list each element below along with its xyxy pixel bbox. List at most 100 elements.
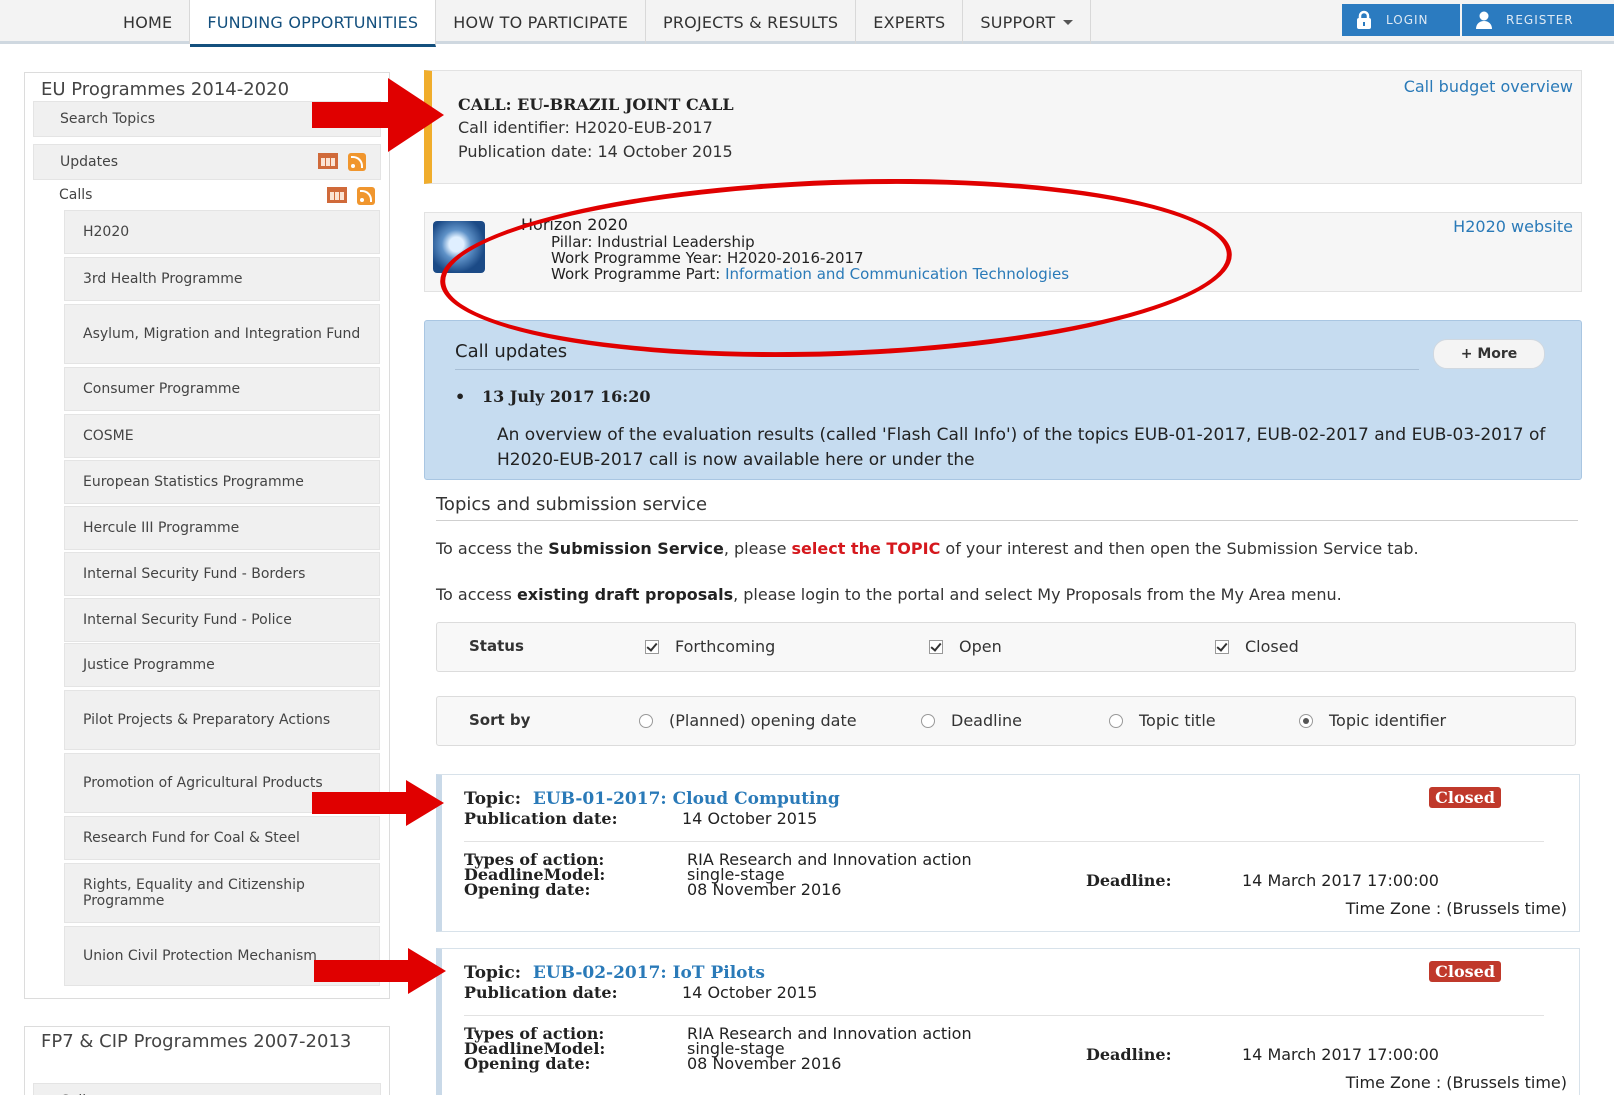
- sort-opening-date[interactable]: (Planned) opening date: [639, 711, 857, 730]
- call-header: CALL: EU-BRAZIL JOINT CALL Call identifi…: [424, 70, 1582, 184]
- sidebar-item-rights-equality[interactable]: Rights, Equality and Citizenship Program…: [64, 863, 380, 923]
- update-text: An overview of the evaluation results (c…: [497, 425, 1546, 470]
- call-publication-date: Publication date: 14 October 2015: [458, 142, 733, 161]
- updates-icons: [318, 153, 366, 171]
- rss-icon[interactable]: [357, 187, 375, 205]
- h2020-website-link[interactable]: H2020 website: [1453, 217, 1573, 236]
- nav-home[interactable]: HOME: [106, 0, 191, 44]
- sidebar-item-asylum-migration[interactable]: Asylum, Migration and Integration Fund: [64, 304, 380, 364]
- rss-icon[interactable]: [348, 153, 366, 171]
- login-button[interactable]: LOGIN: [1342, 4, 1460, 36]
- annotation-arrow-icon: [312, 780, 444, 826]
- time-zone: Time Zone : (Brussels time): [1345, 1073, 1567, 1092]
- publication-date-label: Publication date:: [464, 809, 618, 828]
- time-zone: Time Zone : (Brussels time): [1345, 899, 1567, 918]
- sort-topic-identifier[interactable]: Topic identifier: [1299, 711, 1446, 730]
- text: , please: [723, 539, 792, 558]
- user-icon: [1476, 11, 1492, 29]
- sidebar-item-3rd-health[interactable]: 3rd Health Programme: [64, 257, 380, 301]
- deadline-label: Deadline:: [1086, 871, 1172, 890]
- status-forthcoming[interactable]: Forthcoming: [645, 637, 775, 656]
- status-closed[interactable]: Closed: [1215, 637, 1299, 656]
- deadline-label: Deadline:: [1086, 1045, 1172, 1064]
- sort-label: Sort by: [469, 711, 531, 729]
- topic-label: Topic:: [464, 789, 522, 809]
- update-date: • 13 July 2017 16:20: [455, 387, 651, 406]
- sidebar-item-calls[interactable]: Calls: [59, 187, 92, 203]
- sidebar-item-pilot-projects[interactable]: Pilot Projects & Preparatory Actions: [64, 690, 380, 750]
- topic-heading: Topic: EUB-01-2017: Cloud Computing: [464, 789, 840, 809]
- topic-title-link[interactable]: EUB-01-2017: Cloud Computing: [533, 789, 840, 809]
- nav-projects-results[interactable]: PROJECTS & RESULTS: [646, 0, 857, 44]
- sidebar-item-cosme[interactable]: COSME: [64, 414, 380, 458]
- call-identifier: Call identifier: H2020-EUB-2017: [458, 118, 713, 137]
- text: To access the: [436, 539, 549, 558]
- calendar-icon[interactable]: [327, 187, 347, 203]
- instructions-drafts: To access existing draft proposals, plea…: [436, 584, 1586, 606]
- nav-funding-opportunities[interactable]: FUNDING OPPORTUNITIES: [190, 0, 437, 47]
- opening-date-label: Opening date:: [464, 880, 591, 899]
- text-highlight: select the TOPIC: [791, 539, 941, 558]
- nav-support[interactable]: SUPPORT: [963, 0, 1092, 44]
- sidebar2-item-calls[interactable]: Calls: [33, 1083, 381, 1095]
- divider: [464, 841, 1544, 842]
- nav-how-to-participate[interactable]: HOW TO PARTICIPATE: [436, 0, 646, 44]
- status-label: Status: [469, 637, 524, 655]
- sidebar-item-hercule[interactable]: Hercule III Programme: [64, 506, 380, 550]
- checkbox[interactable]: [929, 639, 943, 654]
- status-open[interactable]: Open: [929, 637, 1002, 656]
- sidebar2-title: FP7 & CIP Programmes 2007-2013: [41, 1031, 352, 1052]
- topic-card: Topic: EUB-02-2017: IoT Pilots Closed Pu…: [436, 948, 1580, 1095]
- topics-section-title: Topics and submission service: [436, 494, 708, 515]
- main-nav: HOME FUNDING OPPORTUNITIES HOW TO PARTIC…: [106, 0, 1092, 47]
- register-label: REGISTER: [1506, 13, 1574, 27]
- radio-selected[interactable]: [1299, 713, 1313, 728]
- annotation-arrow-icon: [314, 948, 446, 994]
- sidebar-item-isf-police[interactable]: Internal Security Fund - Police: [64, 598, 380, 642]
- nav-experts[interactable]: EXPERTS: [856, 0, 964, 44]
- update-date-text: 13 July 2017 16:20: [481, 387, 651, 406]
- checkbox[interactable]: [1215, 639, 1229, 654]
- sidebar-item-consumer[interactable]: Consumer Programme: [64, 367, 380, 411]
- sidebar-item-h2020[interactable]: H2020: [64, 210, 380, 254]
- opening-date-value: 08 November 2016: [687, 1054, 842, 1073]
- publication-date-label: Publication date:: [464, 983, 618, 1002]
- sidebar-item-isf-borders[interactable]: Internal Security Fund - Borders: [64, 552, 380, 596]
- checkbox[interactable]: [645, 639, 659, 654]
- sidebar-item-european-statistics[interactable]: European Statistics Programme: [64, 460, 380, 504]
- option-label: Deadline: [951, 711, 1022, 730]
- top-navigation-bar: HOME FUNDING OPPORTUNITIES HOW TO PARTIC…: [0, 0, 1614, 47]
- topic-card: Topic: EUB-01-2017: Cloud Computing Clos…: [436, 774, 1580, 932]
- call-budget-link[interactable]: Call budget overview: [1404, 77, 1573, 96]
- publication-date-value: 14 October 2015: [682, 983, 818, 1002]
- radio[interactable]: [1109, 713, 1123, 728]
- sidebar-item-label: Updates: [60, 154, 118, 170]
- sort-deadline[interactable]: Deadline: [921, 711, 1022, 730]
- deadline-value: 14 March 2017 17:00:00: [1242, 1045, 1439, 1064]
- publication-date-value: 14 October 2015: [682, 809, 818, 828]
- opening-date-label: Opening date:: [464, 1054, 591, 1073]
- status-filter: Status Forthcoming Open Closed: [436, 622, 1576, 672]
- more-button[interactable]: + More: [1433, 339, 1545, 369]
- topic-label: Topic:: [464, 963, 522, 983]
- text-bold: existing draft proposals: [516, 585, 734, 604]
- calendar-icon[interactable]: [318, 153, 338, 169]
- sidebar-item-justice[interactable]: Justice Programme: [64, 643, 380, 687]
- sort-filter: Sort by (Planned) opening date Deadline …: [436, 696, 1576, 746]
- sort-topic-title[interactable]: Topic title: [1109, 711, 1216, 730]
- text: To access: [436, 585, 517, 604]
- opening-date-value: 08 November 2016: [687, 880, 842, 899]
- register-button[interactable]: REGISTER: [1462, 4, 1614, 36]
- lock-icon: [1357, 10, 1371, 29]
- option-label: Topic identifier: [1329, 711, 1447, 730]
- radio[interactable]: [639, 713, 653, 728]
- status-badge: Closed: [1429, 787, 1501, 808]
- chevron-down-icon: [1063, 19, 1074, 25]
- divider: [455, 369, 1419, 370]
- radio[interactable]: [921, 713, 935, 728]
- topic-heading: Topic: EUB-02-2017: IoT Pilots: [464, 963, 765, 983]
- sidebar-fp7-cip: FP7 & CIP Programmes 2007-2013 Calls: [24, 1026, 390, 1095]
- topic-title-link[interactable]: EUB-02-2017: IoT Pilots: [533, 963, 765, 983]
- option-label: Topic title: [1139, 711, 1216, 730]
- text: of your interest and then open the Submi…: [940, 539, 1419, 558]
